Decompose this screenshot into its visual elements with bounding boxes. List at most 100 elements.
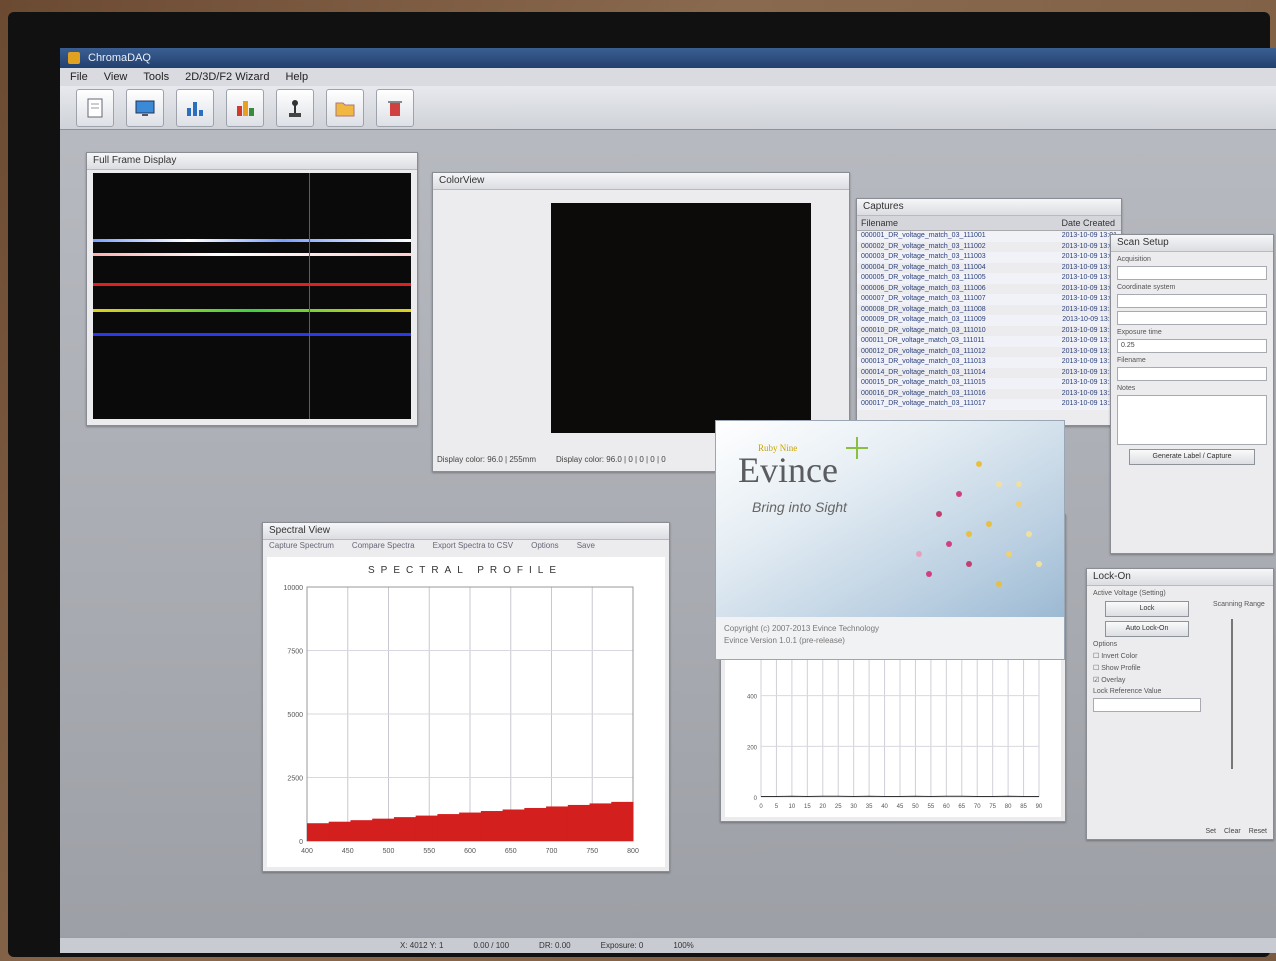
option-checkbox[interactable]: ☐ Show Profile bbox=[1093, 664, 1201, 672]
option-checkbox[interactable]: ☑ Overlay bbox=[1093, 676, 1201, 684]
menu-export-csv[interactable]: Export Spectra to CSV bbox=[433, 540, 513, 552]
menu-wizard[interactable]: 2D/3D/F2 Wizard bbox=[185, 68, 269, 86]
joystick-button[interactable] bbox=[276, 88, 314, 127]
tab-clear[interactable]: Clear bbox=[1224, 828, 1241, 835]
table-row[interactable]: 000001_DR_voltage_match_03_111001 2013-10… bbox=[857, 231, 1121, 242]
tab-set[interactable]: Set bbox=[1205, 828, 1216, 835]
decorative-dot bbox=[976, 461, 982, 467]
table-row[interactable]: 000005_DR_voltage_match_03_111005 2013-10… bbox=[857, 273, 1121, 284]
scan-setup-panel: Scan Setup Acquisition Coordinate system… bbox=[1110, 234, 1274, 554]
full-frame-canvas[interactable] bbox=[93, 173, 411, 419]
table-row[interactable]: 000008_DR_voltage_match_03_111008 2013-10… bbox=[857, 305, 1121, 316]
tab-reset[interactable]: Reset bbox=[1249, 828, 1267, 835]
table-row[interactable]: 000016_DR_voltage_match_03_111016 2013-10… bbox=[857, 389, 1121, 400]
panel-title: Scan Setup bbox=[1111, 235, 1273, 252]
bar bbox=[589, 803, 612, 841]
capture-filename: 000016_DR_voltage_match_03_111016 bbox=[861, 389, 986, 397]
color-view-image[interactable] bbox=[551, 203, 811, 433]
trash-button[interactable] bbox=[376, 88, 414, 127]
generate-capture-button[interactable]: Generate Label / Capture bbox=[1129, 449, 1255, 465]
splash-tagline: Bring into Sight bbox=[752, 499, 847, 515]
capture-filename: 000015_DR_voltage_match_03_111015 bbox=[861, 379, 986, 386]
filename-field[interactable] bbox=[1117, 367, 1267, 381]
spectral-plot-area[interactable]: SPECTRAL PROFILE 400 450 500 550 600 650 700 750… bbox=[267, 557, 665, 867]
status-bar: X: 4012 Y: 1 0.00 / 100 DR: 0.00 Exposur… bbox=[60, 937, 1276, 953]
spectral-view-panel: Spectral View Capture Spectrum Compare S… bbox=[262, 522, 670, 872]
field-label: Acquisition bbox=[1117, 256, 1151, 263]
monitor-button[interactable] bbox=[126, 88, 164, 127]
decorative-dot bbox=[946, 541, 952, 547]
menu-file[interactable]: File bbox=[70, 68, 88, 86]
bar-chart-icon bbox=[187, 101, 203, 116]
open-folder-button[interactable] bbox=[326, 88, 364, 127]
table-row[interactable]: 000007_DR_voltage_match_03_111007 2013-10… bbox=[857, 294, 1121, 305]
group-label: Active Voltage (Setting) bbox=[1093, 590, 1166, 597]
coordinate-field-2[interactable] bbox=[1117, 311, 1267, 325]
new-document-button[interactable] bbox=[76, 88, 114, 127]
table-row[interactable]: 000003_DR_voltage_match_03_111003 2013-10… bbox=[857, 252, 1121, 263]
menu-save[interactable]: Save bbox=[577, 540, 595, 552]
table-row[interactable]: 000004_DR_voltage_match_03_111004 2013-10… bbox=[857, 263, 1121, 274]
window-titlebar[interactable]: ChromaDAQ bbox=[60, 48, 1276, 68]
column-header-filename[interactable]: Filename bbox=[861, 216, 898, 230]
status-text: X: 4012 Y: 1 bbox=[400, 941, 444, 950]
x-tick-label: 30 bbox=[850, 804, 857, 810]
coordinate-field[interactable] bbox=[1117, 294, 1267, 308]
y-tick-label: 7500 bbox=[287, 649, 303, 656]
captures-panel: Captures Filename Date Created 000001_DR… bbox=[856, 198, 1122, 426]
panel-title: Spectral View bbox=[263, 523, 669, 540]
capture-date: 2013-10-09 13:13 bbox=[1061, 337, 1117, 344]
x-tick-label: 45 bbox=[897, 804, 904, 810]
capture-filename: 000009_DR_voltage_match_03_111009 bbox=[861, 316, 986, 323]
trace-line bbox=[93, 333, 411, 336]
x-tick-label: 90 bbox=[1036, 804, 1043, 810]
capture-filename: 000012_DR_voltage_match_03_111012 bbox=[861, 347, 986, 355]
panel-title: ColorView bbox=[433, 173, 849, 190]
capture-date: 2013-10-09 13:05 bbox=[1061, 263, 1117, 271]
status-text: Display color: 96.0 | 0 | 0 | 0 | 0 bbox=[556, 455, 666, 464]
lock-button[interactable]: Lock bbox=[1105, 601, 1189, 617]
table-row[interactable]: 000014_DR_voltage_match_03_111014 2013-10… bbox=[857, 368, 1121, 379]
table-row[interactable]: 000015_DR_voltage_match_03_111015 2013-10… bbox=[857, 378, 1121, 389]
y-tick-label: 400 bbox=[747, 695, 758, 701]
table-row[interactable]: 000006_DR_voltage_match_03_111006 2013-10… bbox=[857, 284, 1121, 295]
menu-tools[interactable]: Tools bbox=[143, 68, 169, 86]
table-row[interactable]: 000009_DR_voltage_match_03_111009 2013-10… bbox=[857, 315, 1121, 326]
capture-filename: 000001_DR_voltage_match_03_111001 bbox=[861, 232, 986, 239]
menu-view[interactable]: View bbox=[104, 68, 128, 86]
notes-field[interactable] bbox=[1117, 395, 1267, 445]
capture-filename: 000014_DR_voltage_match_03_111014 bbox=[861, 368, 986, 376]
menu-compare-spectra[interactable]: Compare Spectra bbox=[352, 540, 415, 552]
options-label: Options bbox=[1093, 641, 1118, 648]
x-tick-label: 550 bbox=[423, 848, 435, 855]
window-title: ChromaDAQ bbox=[88, 52, 151, 64]
bar-chart-button[interactable] bbox=[176, 88, 214, 127]
auto-lock-button[interactable]: Auto Lock-On bbox=[1105, 621, 1189, 637]
exposure-field[interactable]: 0.25 bbox=[1117, 339, 1267, 353]
splash-copyright: Copyright (c) 2007-2013 Evince Technolog… bbox=[724, 624, 880, 633]
bar bbox=[546, 806, 569, 841]
bar bbox=[524, 807, 547, 841]
3d-chart-button[interactable] bbox=[226, 88, 264, 127]
menu-options[interactable]: Options bbox=[531, 540, 559, 552]
field-label: Filename bbox=[1117, 357, 1146, 364]
field-label: Notes bbox=[1117, 385, 1136, 392]
table-row[interactable]: 000012_DR_voltage_match_03_111012 2013-10… bbox=[857, 347, 1121, 358]
table-row[interactable]: 000010_DR_voltage_match_03_111010 2013-10… bbox=[857, 326, 1121, 337]
menu-help[interactable]: Help bbox=[285, 68, 308, 86]
column-header-date[interactable]: Date Created bbox=[1061, 216, 1115, 230]
menu-capture-spectrum[interactable]: Capture Spectrum bbox=[269, 540, 334, 552]
capture-date: 2013-10-09 13:21 bbox=[1061, 400, 1117, 407]
x-tick-label: 450 bbox=[342, 848, 354, 855]
table-row[interactable]: 000002_DR_voltage_match_03_111002 2013-10… bbox=[857, 242, 1121, 253]
table-row[interactable]: 000011_DR_voltage_match_03_111011 2013-10… bbox=[857, 336, 1121, 347]
capture-filename: 000007_DR_voltage_match_03_111007 bbox=[861, 295, 986, 302]
range-slider[interactable] bbox=[1231, 619, 1233, 769]
table-row[interactable]: 000013_DR_voltage_match_03_111013 2013-10… bbox=[857, 357, 1121, 368]
cursor-line[interactable] bbox=[309, 173, 310, 419]
decorative-dot bbox=[1036, 561, 1042, 567]
ref-value-field[interactable] bbox=[1093, 698, 1201, 712]
option-checkbox[interactable]: ☐ Invert Color bbox=[1093, 652, 1201, 660]
table-row[interactable]: 000017_DR_voltage_match_03_111017 2013-10… bbox=[857, 399, 1121, 410]
acquisition-field[interactable] bbox=[1117, 266, 1267, 280]
